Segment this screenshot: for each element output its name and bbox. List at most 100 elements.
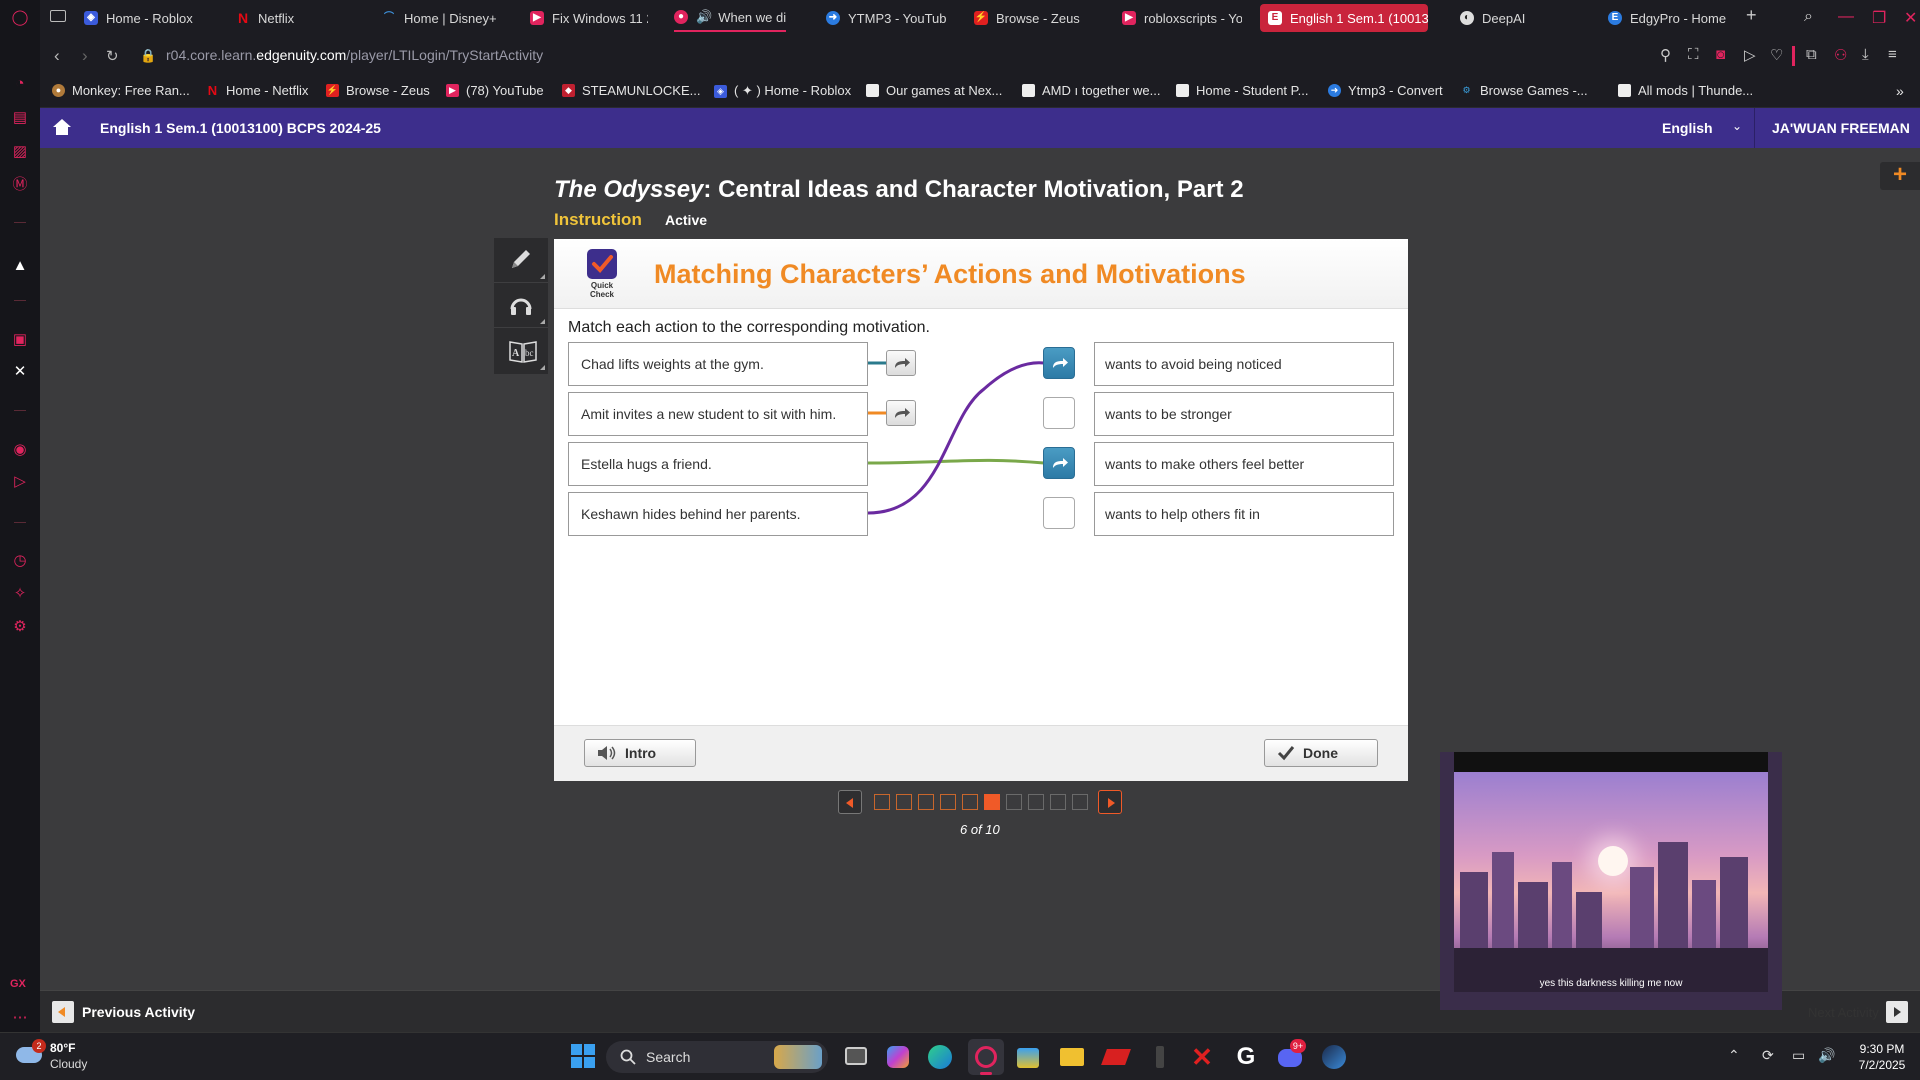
action-item[interactable]: Chad lifts weights at the gym. (568, 342, 868, 386)
home-icon[interactable] (52, 117, 72, 137)
heart-icon[interactable]: ♡ (1770, 46, 1783, 64)
tab-disney[interactable]: ⌒ Home | Disney+ (382, 4, 502, 32)
search-tabs-icon[interactable]: ⌕ (1804, 8, 1813, 26)
back-button[interactable]: ‹ (54, 46, 60, 66)
app-icon[interactable] (1146, 1043, 1174, 1071)
roblox-studio-icon[interactable] (1101, 1043, 1131, 1071)
windows-start-icon[interactable] (570, 1043, 598, 1071)
plus-icon[interactable]: + (1880, 162, 1920, 190)
page-square[interactable] (874, 794, 890, 810)
lock-icon[interactable]: 🔒 (140, 48, 156, 64)
page-square[interactable] (962, 794, 978, 810)
tab-edgypro[interactable]: E EdgyPro - Home (1608, 4, 1738, 32)
page-square[interactable] (940, 794, 956, 810)
action-item[interactable]: Estella hugs a friend. (568, 442, 868, 486)
tab-deepai[interactable]: ◐ DeepAI (1460, 4, 1560, 32)
opera-logo-icon[interactable]: ◯ (10, 8, 30, 28)
bookmark-item[interactable]: ◆ STEAMUNLOCKE... (562, 83, 700, 98)
previous-activity-label[interactable]: Previous Activity (82, 1004, 195, 1020)
page-square[interactable] (1028, 794, 1044, 810)
target-slot-empty[interactable] (1043, 497, 1075, 529)
file-explorer-icon[interactable] (1058, 1043, 1086, 1071)
tab-netflix[interactable]: N Netflix (236, 4, 356, 32)
reload-button[interactable]: ↻ (106, 47, 119, 65)
page-square[interactable] (1006, 794, 1022, 810)
bookmark-item[interactable]: ⚙ Browse Games -... (1460, 83, 1587, 98)
target-slot-filled[interactable] (1043, 347, 1075, 379)
next-page-button[interactable] (1098, 790, 1122, 814)
next-activity-label[interactable]: Next Activity (1808, 1005, 1879, 1020)
motivation-item[interactable]: wants to help others fit in (1094, 492, 1394, 536)
bookmark-item[interactable]: ● Monkey: Free Ran... (52, 83, 190, 98)
bookmark-item[interactable]: ➜ Ytmp3 - Convert (1328, 83, 1443, 98)
bookmark-item[interactable]: N Home - Netflix (206, 83, 309, 98)
profile-icon[interactable]: ⚇ (1834, 46, 1847, 64)
target-slot-filled[interactable] (1043, 447, 1075, 479)
dictionary-tool[interactable]: Abc (494, 328, 548, 373)
action-item[interactable]: Amit invites a new student to sit with h… (568, 392, 868, 436)
opera-gx-icon[interactable] (968, 1039, 1004, 1075)
sync-icon[interactable]: ⟳ (1762, 1047, 1774, 1064)
tab-when-we-die[interactable]: ● 🔊 When we die (674, 4, 786, 32)
taskbar-search[interactable]: Search (606, 1041, 828, 1073)
bookmark-item[interactable]: All mods | Thunde... (1618, 83, 1753, 98)
close-button[interactable]: ✕ (1904, 8, 1917, 28)
twitch-icon[interactable]: ▣ (10, 330, 30, 350)
tab-ytmp3[interactable]: ➜ YTMP3 - YouTube (826, 4, 946, 32)
edge-icon[interactable] (926, 1043, 954, 1071)
audio-tool[interactable] (494, 283, 548, 328)
bookmark-item[interactable]: ▶ (78) YouTube (446, 83, 544, 98)
previous-activity-button[interactable] (52, 1001, 74, 1023)
crypto-wallet-icon[interactable]: ▤ (10, 108, 30, 128)
speaker-icon[interactable]: 🔊 (696, 9, 712, 25)
page-square[interactable] (918, 794, 934, 810)
motivation-item[interactable]: wants to avoid being noticed (1094, 342, 1394, 386)
tab-english-active[interactable]: EEnglish 1 Sem.1 (10013100 (1260, 4, 1428, 32)
copilot-icon[interactable] (884, 1043, 912, 1071)
bookmark-item[interactable]: Our games at Nex... (866, 83, 1002, 98)
easy-setup-icon[interactable]: ≡ (1888, 46, 1897, 63)
steam-icon[interactable] (1320, 1043, 1348, 1071)
url-field[interactable]: r04.core.learn.edgenuity.com/player/LTIL… (166, 47, 543, 63)
restore-button[interactable]: ❐ (1872, 8, 1886, 28)
flow-icon[interactable]: ▷ (1744, 46, 1756, 64)
pencil-tool[interactable] (494, 238, 548, 283)
settings-icon[interactable]: ⚙ (10, 617, 30, 637)
intro-button[interactable]: Intro (584, 739, 696, 767)
aria-icon[interactable]: ◔ (10, 74, 30, 94)
page-square[interactable] (1050, 794, 1066, 810)
download-icon[interactable]: ⤓ (1862, 46, 1869, 63)
forward-button[interactable]: › (82, 46, 88, 66)
m-app-icon[interactable]: Ⓜ (10, 175, 30, 195)
tab-zeus[interactable]: ⚡ Browse - Zeus (974, 4, 1094, 32)
bookmark-item[interactable]: Home - Student P... (1176, 83, 1309, 98)
prev-page-button[interactable] (838, 790, 862, 814)
target-slot-empty[interactable] (1043, 397, 1075, 429)
more-icon[interactable]: ⋯ (10, 1008, 30, 1028)
send-icon[interactable]: ▷ (10, 472, 30, 492)
bookmark-item[interactable]: ◈( ✦ ) Home - Roblox (714, 83, 851, 99)
gx-corner-icon[interactable]: ▨ (10, 142, 30, 162)
new-tab-button[interactable]: + (1746, 5, 1757, 26)
action-item[interactable]: Keshawn hides behind her parents. (568, 492, 868, 536)
pocket-icon[interactable]: ◙ (1716, 46, 1725, 63)
volume-icon[interactable]: 🔊 (1818, 1047, 1835, 1064)
extensions-icon[interactable]: ⧉ (1806, 46, 1817, 63)
snapshot-icon[interactable]: ⛶ (1688, 46, 1699, 63)
chevron-down-icon[interactable]: ⌄ (1732, 119, 1742, 133)
video-popout[interactable]: yes this darkness killing me now (1440, 752, 1782, 1010)
tab-fix-windows[interactable]: ▶Fix Windows 11 24 (530, 4, 648, 32)
bookmark-item[interactable]: AMD ı together we... (1022, 83, 1161, 98)
user-name[interactable]: JA'WUAN FREEMAN (1772, 120, 1910, 136)
x-app-icon[interactable]: ✕ (1188, 1043, 1216, 1071)
connector-handle[interactable] (886, 350, 916, 376)
language-select[interactable]: English (1662, 120, 1713, 136)
pin-icon[interactable]: ⚲ (1660, 46, 1671, 64)
discord-icon[interactable]: 9+ (1276, 1039, 1306, 1071)
tab-roblox[interactable]: ◈ Home - Roblox (84, 4, 204, 32)
clock[interactable]: 9:30 PM 7/2/2025 (1852, 1041, 1912, 1073)
show-hidden-icons[interactable]: ⌃ (1728, 1047, 1740, 1064)
minimize-button[interactable]: — (1838, 8, 1854, 26)
player-icon[interactable]: ◉ (10, 440, 30, 460)
x-twitter-icon[interactable]: ✕ (10, 362, 30, 382)
